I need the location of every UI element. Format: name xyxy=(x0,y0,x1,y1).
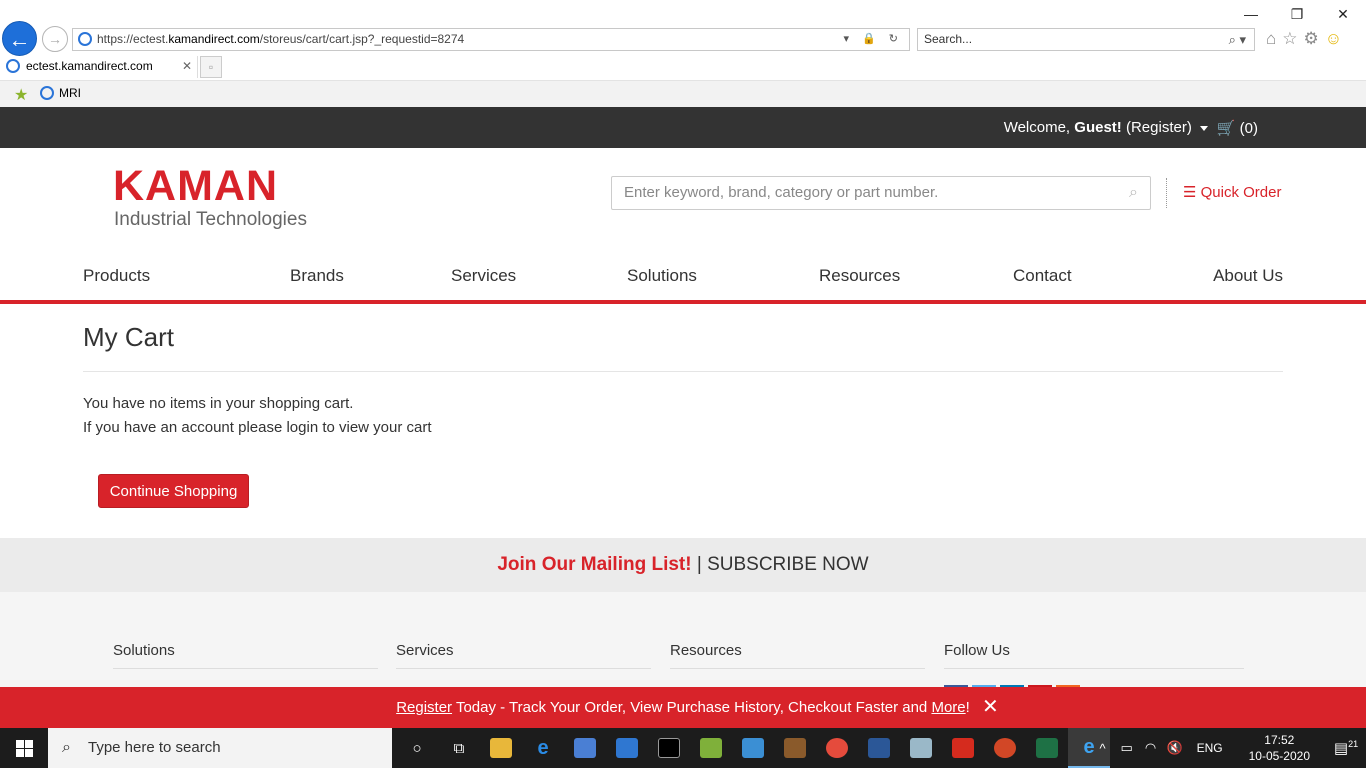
nav-item-solutions[interactable]: Solutions xyxy=(627,266,697,286)
site-topbar: Welcome, Guest! (Register) 🛒 (0) xyxy=(0,107,1366,148)
browser-toolbar: ← → https://ectest.kamandirect.com/store… xyxy=(0,0,1366,56)
git-icon[interactable] xyxy=(732,728,774,768)
ie-favicon-icon xyxy=(40,86,54,100)
ie-favicon-icon xyxy=(6,59,20,73)
window-controls: — ❐ ✕ xyxy=(1228,0,1366,28)
store-icon[interactable] xyxy=(564,728,606,768)
join-mailing-list-link[interactable]: Join Our Mailing List! xyxy=(497,554,691,575)
tab-strip: ectest.kamandirect.com ✕ ▫ xyxy=(0,56,1366,78)
back-icon[interactable]: ← xyxy=(2,21,37,56)
quick-order-link[interactable]: ☰ Quick Order xyxy=(1183,183,1281,201)
system-tray: ^ ▭ ◠ 🔇 ENG 17:52 10-05-2020 ▤21 xyxy=(1091,728,1366,768)
footer-heading-solutions: Solutions xyxy=(113,642,377,669)
address-tools[interactable]: ▾ 🔒 ↻ xyxy=(843,29,903,50)
nav-item-contact[interactable]: Contact xyxy=(1013,266,1072,286)
close-icon[interactable]: ✕ xyxy=(1320,0,1366,28)
footer-heading-resources: Resources xyxy=(670,642,924,669)
nav-item-products[interactable]: Products xyxy=(83,266,150,286)
list-icon: ☰ xyxy=(1183,184,1197,201)
feedback-smiley-icon[interactable]: ☺ xyxy=(1325,29,1342,49)
search-icon: ⌕ xyxy=(62,739,71,756)
continue-shopping-button[interactable]: Continue Shopping xyxy=(98,474,249,508)
taskbar-search-input[interactable]: ⌕ Type here to search xyxy=(48,728,392,768)
close-icon[interactable]: ✕ xyxy=(982,687,999,728)
chevron-up-icon[interactable]: ^ xyxy=(1091,741,1115,756)
favorites-star-icon[interactable]: ☆ xyxy=(1282,29,1297,49)
favorites-bar: ★ MRI xyxy=(0,80,1366,107)
mailing-list-bar: Join Our Mailing List! | SUBSCRIBE NOW xyxy=(0,538,1366,592)
restore-icon[interactable]: ❐ xyxy=(1274,0,1320,28)
caret-down-icon xyxy=(1200,125,1208,131)
browser-search-input[interactable]: Search... ⌕ ▾ xyxy=(917,28,1255,51)
cortana-icon[interactable]: ○ xyxy=(396,728,438,768)
separator: | xyxy=(696,554,702,575)
search-icon[interactable]: ⌕ ▾ xyxy=(1229,29,1246,50)
terminal-icon[interactable] xyxy=(648,728,690,768)
task-view-icon[interactable]: ⧉ xyxy=(438,728,480,768)
taskbar-apps: ○ ⧉ e e xyxy=(396,728,1110,768)
divider xyxy=(83,371,1283,372)
excel-icon[interactable] xyxy=(1026,728,1068,768)
acrobat-icon[interactable] xyxy=(942,728,984,768)
cart-content: My Cart You have no items in your shoppi… xyxy=(83,304,1283,538)
banner-more-link[interactable]: More xyxy=(931,699,965,716)
ie-favicon-icon xyxy=(78,32,92,46)
mail-icon[interactable] xyxy=(606,728,648,768)
powerpoint-icon[interactable] xyxy=(984,728,1026,768)
banner-register-link[interactable]: Register xyxy=(396,699,452,716)
nav-item-resources[interactable]: Resources xyxy=(819,266,900,286)
register-banner: Register Today - Track Your Order, View … xyxy=(0,687,1366,728)
clock[interactable]: 17:52 10-05-2020 xyxy=(1233,732,1326,764)
site-search-input[interactable]: Enter keyword, brand, category or part n… xyxy=(611,176,1151,210)
page-title: My Cart xyxy=(83,322,174,352)
subscribe-now-link[interactable]: SUBSCRIBE NOW xyxy=(707,554,869,575)
footer-heading-follow-us: Follow Us xyxy=(944,642,1244,669)
search-icon[interactable]: ⌕ xyxy=(1129,177,1138,209)
cart-link[interactable]: 🛒 (0) xyxy=(1217,119,1258,137)
empty-cart-message: You have no items in your shopping cart. xyxy=(83,395,354,412)
main-nav: Products Brands Services Solutions Resou… xyxy=(83,258,1283,300)
logo-tagline: Industrial Technologies xyxy=(114,209,307,230)
wifi-icon[interactable]: ◠ xyxy=(1139,740,1163,756)
home-icon[interactable]: ⌂ xyxy=(1266,29,1276,49)
site-footer: Solutions Services Resources Follow Us xyxy=(0,592,1366,688)
file-explorer-icon[interactable] xyxy=(480,728,522,768)
windows-start-icon[interactable] xyxy=(0,728,48,768)
logo[interactable]: KAMAN xyxy=(113,162,278,211)
app-icon[interactable] xyxy=(774,728,816,768)
add-favorite-star-icon[interactable]: ★ xyxy=(14,85,28,105)
nav-item-brands[interactable]: Brands xyxy=(290,266,344,286)
nav-item-services[interactable]: Services xyxy=(451,266,516,286)
tab-close-icon[interactable]: ✕ xyxy=(182,56,192,77)
nav-item-about-us[interactable]: About Us xyxy=(1213,266,1283,286)
app-icon[interactable] xyxy=(900,728,942,768)
shopping-cart-icon: 🛒 xyxy=(1216,120,1236,137)
gear-icon[interactable]: ⚙ xyxy=(1304,29,1319,49)
language-indicator[interactable]: ENG xyxy=(1187,741,1233,755)
new-tab-button[interactable]: ▫ xyxy=(200,56,222,78)
windows-taskbar: ⌕ Type here to search ○ ⧉ e e ^ ▭ ◠ 🔇 EN… xyxy=(0,728,1366,768)
divider xyxy=(1166,178,1167,208)
battery-icon[interactable]: ▭ xyxy=(1115,740,1139,756)
minimize-icon[interactable]: — xyxy=(1228,0,1274,28)
tab-active[interactable]: ectest.kamandirect.com ✕ xyxy=(0,56,198,78)
edge-icon[interactable]: e xyxy=(522,728,564,768)
footer-heading-services: Services xyxy=(396,642,649,669)
notification-icon[interactable]: ▤21 xyxy=(1326,739,1366,757)
login-message: If you have an account please login to v… xyxy=(83,419,432,436)
word-icon[interactable] xyxy=(858,728,900,768)
forward-icon[interactable]: → xyxy=(42,26,68,52)
favorite-link-mri[interactable]: MRI xyxy=(40,86,81,100)
welcome-dropdown[interactable]: Welcome, Guest! (Register) xyxy=(1004,119,1208,136)
notepad-icon[interactable] xyxy=(690,728,732,768)
browser-icons: ⌂ ☆ ⚙ ☺ xyxy=(1266,29,1342,49)
volume-muted-icon[interactable]: 🔇 xyxy=(1163,740,1187,756)
chrome-icon[interactable] xyxy=(816,728,858,768)
register-link[interactable]: (Register) xyxy=(1126,119,1192,136)
address-bar[interactable]: https://ectest.kamandirect.com/storeus/c… xyxy=(72,28,910,51)
site-header: KAMAN Industrial Technologies Enter keyw… xyxy=(0,148,1366,258)
